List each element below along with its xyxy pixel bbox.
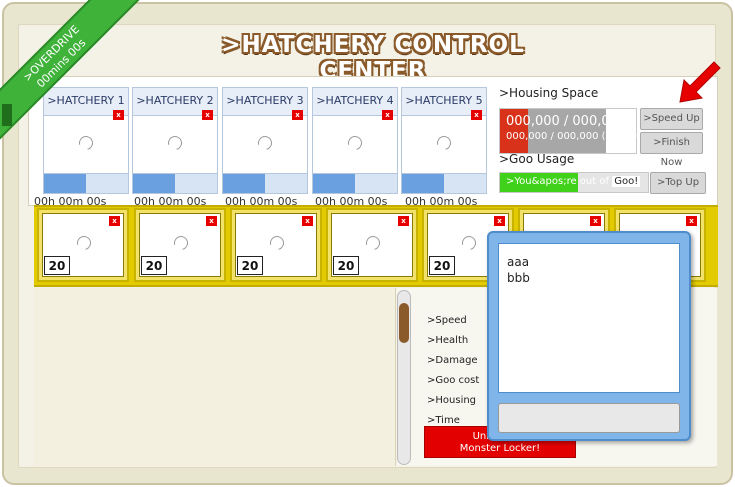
hatchery-progress-bar bbox=[44, 173, 128, 193]
hatchery-card-3[interactable]: >HATCHERY 3 x bbox=[222, 87, 308, 194]
goo-word: Goo! bbox=[612, 176, 641, 187]
overdrive-ribbon[interactable]: >OVERDRIVE 00mins 00s bbox=[0, 0, 140, 142]
close-icon[interactable]: x bbox=[202, 110, 213, 120]
monster-slot-2[interactable]: x 20 bbox=[134, 208, 226, 282]
loading-spinner-icon bbox=[345, 133, 365, 153]
close-icon[interactable]: x bbox=[206, 216, 217, 226]
stat-goo-cost: >Goo cost bbox=[427, 375, 480, 386]
hatchery-card-5[interactable]: >HATCHERY 5 x bbox=[401, 87, 487, 194]
top-up-button[interactable]: >Top Up bbox=[650, 172, 706, 194]
loading-spinner-icon bbox=[165, 133, 185, 153]
housing-value: 000,000 / 000,000 bbox=[506, 114, 627, 129]
close-icon[interactable]: x bbox=[590, 216, 601, 226]
hatchery-progress-bar bbox=[133, 173, 217, 193]
progress-fill bbox=[223, 174, 265, 193]
progress-fill bbox=[44, 174, 86, 193]
goo-status-text: >You&apos;re out of bbox=[506, 176, 610, 187]
close-icon[interactable]: x bbox=[302, 216, 313, 226]
monster-list-area bbox=[34, 288, 396, 466]
slot-level: 20 bbox=[429, 256, 455, 275]
housing-meter: 000,000 / 000,000 000,000 / 000,000 (OVE… bbox=[499, 108, 637, 154]
close-icon[interactable]: x bbox=[292, 110, 303, 120]
progress-fill bbox=[313, 174, 355, 193]
close-icon[interactable]: x bbox=[494, 216, 505, 226]
scroll-thumb[interactable] bbox=[399, 303, 409, 343]
popup-dialog: aaa bbb bbox=[487, 231, 691, 441]
stat-time: >Time bbox=[427, 415, 460, 426]
close-icon[interactable]: x bbox=[471, 110, 482, 120]
slot-level: 20 bbox=[237, 256, 263, 275]
housing-sub-value: 000,000 / 000,000 (OVER) bbox=[506, 131, 638, 142]
popup-list[interactable]: aaa bbb bbox=[498, 243, 680, 393]
monster-slot-4[interactable]: x 20 bbox=[326, 208, 418, 282]
loading-spinner-icon bbox=[459, 233, 479, 253]
pointer-arrow-icon bbox=[679, 61, 721, 103]
stat-speed: >Speed bbox=[427, 315, 467, 326]
stat-damage: >Damage bbox=[427, 355, 478, 366]
goo-meter: >You&apos;re out of Goo! bbox=[499, 172, 649, 193]
monster-slot-1[interactable]: x 20 bbox=[37, 208, 129, 282]
close-icon[interactable]: x bbox=[398, 216, 409, 226]
speed-up-button[interactable]: >Speed Up bbox=[640, 108, 703, 130]
overdrive-ribbon-wrap: >OVERDRIVE 00mins 00s bbox=[0, 0, 150, 150]
popup-list-item[interactable]: aaa bbox=[507, 254, 671, 270]
loading-spinner-icon bbox=[255, 133, 275, 153]
close-icon[interactable]: x bbox=[382, 110, 393, 120]
popup-button[interactable] bbox=[498, 403, 680, 433]
unlock-line-2: Monster Locker! bbox=[459, 443, 541, 454]
slot-level: 20 bbox=[141, 256, 167, 275]
loading-spinner-icon bbox=[434, 133, 454, 153]
hatchery-control-center: >HATCHERY CONTROL CENTER >HATCHERY 1 x >… bbox=[0, 0, 735, 487]
details-scrollbar[interactable] bbox=[397, 290, 411, 465]
housing-space-label: >Housing Space bbox=[499, 86, 599, 100]
loading-spinner-icon bbox=[171, 233, 191, 253]
page-title: >HATCHERY CONTROL CENTER bbox=[198, 32, 548, 84]
hatchery-card-4[interactable]: >HATCHERY 4 x bbox=[312, 87, 398, 194]
goo-status: >You&apos;re out of Goo! bbox=[506, 176, 641, 187]
hatchery-progress-bar bbox=[223, 173, 307, 193]
loading-spinner-icon bbox=[267, 233, 287, 253]
overdrive-timer: 00mins 00s bbox=[34, 36, 89, 91]
hatchery-progress-bar bbox=[313, 173, 397, 193]
stat-housing: >Housing bbox=[427, 395, 477, 406]
hatchery-progress-bar bbox=[402, 173, 486, 193]
popup-list-item[interactable]: bbb bbox=[507, 270, 671, 286]
slot-level: 20 bbox=[44, 256, 70, 275]
loading-spinner-icon bbox=[363, 233, 383, 253]
close-icon[interactable]: x bbox=[686, 216, 697, 226]
close-icon[interactable]: x bbox=[109, 216, 120, 226]
progress-fill bbox=[402, 174, 444, 193]
loading-spinner-icon bbox=[74, 233, 94, 253]
monster-slot-3[interactable]: x 20 bbox=[230, 208, 322, 282]
slot-level: 20 bbox=[333, 256, 359, 275]
goo-usage-label: >Goo Usage bbox=[499, 152, 575, 166]
stat-health: >Health bbox=[427, 335, 469, 346]
ribbon-fold bbox=[2, 104, 12, 126]
progress-fill bbox=[133, 174, 175, 193]
finish-now-button[interactable]: >Finish Now bbox=[640, 132, 703, 168]
